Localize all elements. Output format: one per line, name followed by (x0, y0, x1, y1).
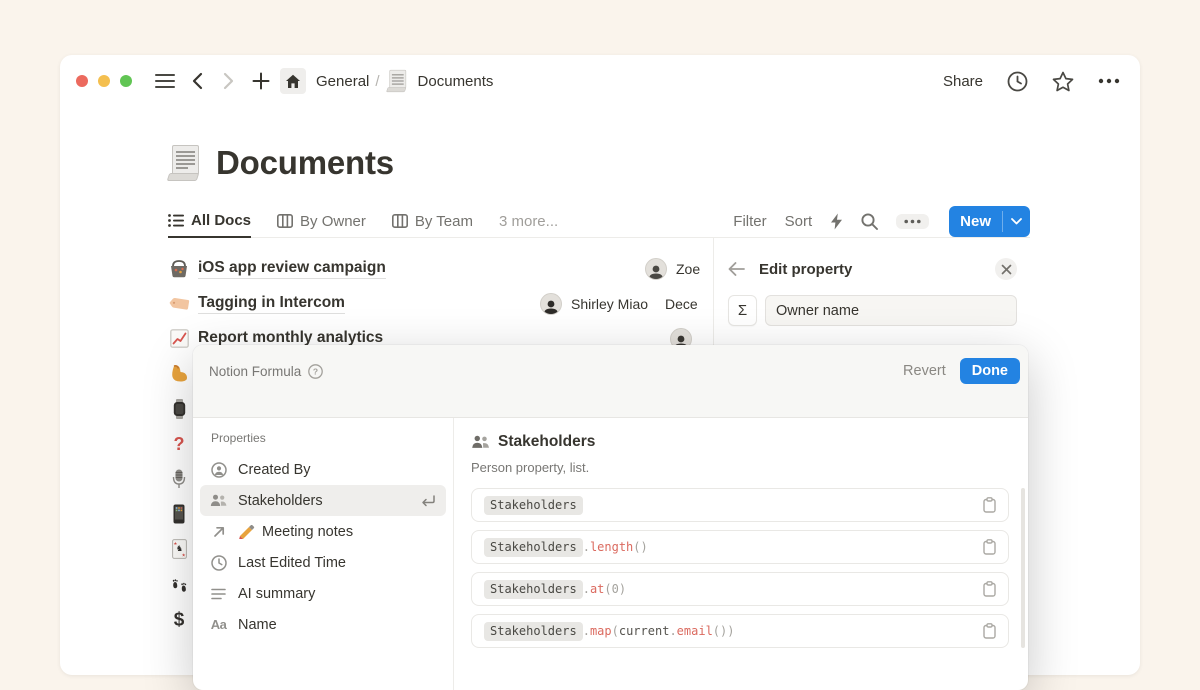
scrollbar[interactable] (1021, 488, 1025, 648)
property-item-stakeholders[interactable]: Stakeholders (200, 485, 446, 516)
table-row[interactable]: Tagging in Intercom Shirley Miao Dece (168, 286, 713, 321)
svg-text:$: $ (174, 609, 185, 629)
close-window-button[interactable] (76, 75, 88, 87)
copy-icon[interactable] (983, 581, 996, 597)
flexed-arm-icon (168, 364, 190, 383)
view-options-icon[interactable] (896, 214, 929, 229)
bolt-icon[interactable] (830, 213, 843, 230)
tag-icon (168, 296, 190, 312)
property-item-ai-summary[interactable]: AI summary (200, 578, 446, 609)
search-icon[interactable] (861, 213, 878, 230)
forward-icon[interactable] (216, 68, 242, 94)
clock-icon (210, 555, 227, 571)
property-name-input[interactable] (765, 295, 1017, 326)
assignee-name: Shirley Miao (571, 296, 648, 312)
formula-snippet[interactable]: Stakeholders .length() (471, 530, 1009, 564)
formula-type-button[interactable]: Σ (728, 295, 757, 326)
filter-button[interactable]: Filter (733, 213, 766, 230)
copy-icon[interactable] (983, 539, 996, 555)
enter-key-icon (420, 495, 436, 507)
footprints-icon (168, 574, 190, 594)
property-item-meeting-notes[interactable]: Meeting notes (200, 516, 446, 547)
formula-snippet[interactable]: Stakeholders .map(current.email()) (471, 614, 1009, 648)
new-page-icon[interactable] (248, 68, 274, 94)
doc-title[interactable]: Tagging in Intercom (198, 294, 345, 314)
formula-editor-popup: Notion Formula ? Revert Done Properties (193, 345, 1028, 690)
done-button[interactable]: Done (960, 358, 1020, 384)
home-icon[interactable] (280, 68, 306, 94)
table-row[interactable]: iOS app review campaign Zoe (168, 251, 713, 286)
property-item-name[interactable]: Aa Name (200, 609, 446, 640)
people-icon (210, 494, 227, 507)
svg-text:?: ? (174, 434, 185, 454)
assignee-name: Zoe (676, 261, 700, 277)
tab-all-docs[interactable]: All Docs (168, 205, 251, 238)
property-detail-pane: Stakeholders Person property, list. Stak… (454, 418, 1028, 690)
formula-snippet[interactable]: Stakeholders (471, 488, 1009, 522)
person-circle-icon (210, 462, 227, 478)
list-view-icon (168, 214, 184, 227)
tab-by-team[interactable]: By Team (392, 205, 473, 238)
question-mark-icon: ? (168, 434, 190, 454)
basket-icon (168, 259, 190, 278)
revert-button[interactable]: Revert (903, 363, 946, 379)
board-view-icon (277, 214, 293, 228)
copy-icon[interactable] (983, 497, 996, 513)
tab-by-owner[interactable]: By Owner (277, 205, 366, 238)
formula-snippet[interactable]: Stakeholders .at(0) (471, 572, 1009, 606)
writing-hand-icon (238, 525, 255, 539)
minimize-window-button[interactable] (98, 75, 110, 87)
mobile-phone-icon (168, 504, 190, 524)
arrow-up-right-icon (210, 526, 227, 538)
titlebar: General / Documents Share (60, 55, 1140, 107)
date-value: Dece (665, 296, 698, 312)
back-icon[interactable] (184, 68, 210, 94)
people-icon (471, 435, 490, 449)
detail-subtitle: Person property, list. (471, 460, 1009, 475)
traffic-lights (76, 75, 132, 87)
help-icon[interactable]: ? (308, 364, 323, 379)
share-button[interactable]: Share (943, 73, 983, 90)
document-icon (382, 68, 408, 94)
dollar-sign-icon: $ (168, 609, 190, 629)
tabs-more[interactable]: 3 more... (499, 205, 558, 238)
avatar (645, 258, 667, 280)
formula-editor-header[interactable]: Notion Formula ? Revert Done (193, 345, 1028, 418)
chart-increasing-icon (168, 329, 190, 348)
lines-icon (210, 588, 227, 600)
clock-icon[interactable] (1007, 71, 1028, 92)
microphone-icon (168, 469, 190, 489)
property-item-last-edited-time[interactable]: Last Edited Time (200, 547, 446, 578)
new-dropdown-icon[interactable] (1003, 206, 1030, 237)
breadcrumb-page[interactable]: Documents (418, 73, 494, 90)
watch-icon (168, 399, 190, 419)
playing-card-icon: ♞★★ (168, 539, 190, 559)
close-icon[interactable] (995, 258, 1017, 280)
zoom-window-button[interactable] (120, 75, 132, 87)
new-button[interactable]: New (949, 206, 1030, 237)
doc-title[interactable]: iOS app review campaign (198, 259, 386, 279)
properties-section-header: Properties (200, 431, 446, 445)
more-options-icon[interactable] (1098, 78, 1120, 84)
copy-icon[interactable] (983, 623, 996, 639)
star-icon[interactable] (1052, 71, 1074, 92)
formula-editor-title: Notion Formula (209, 364, 301, 379)
edit-property-title: Edit property (759, 261, 852, 278)
page-title-text: Documents (216, 144, 394, 182)
avatar (540, 293, 562, 315)
detail-title: Stakeholders (498, 433, 595, 451)
page-title: Documents (168, 141, 1030, 185)
sort-button[interactable]: Sort (785, 213, 813, 230)
board-view-icon (392, 214, 408, 228)
back-arrow-icon[interactable] (728, 262, 745, 276)
app-window: General / Documents Share Documents (60, 55, 1140, 675)
menu-icon[interactable] (152, 68, 178, 94)
breadcrumb-workspace[interactable]: General (316, 73, 369, 90)
documents-page-icon (168, 145, 202, 181)
view-tabs: All Docs By Owner By Team 3 more... Filt… (168, 205, 1030, 238)
svg-text:?: ? (313, 366, 318, 376)
formula-properties-list: Properties Created By Stakeholders (193, 418, 454, 690)
breadcrumb-separator: / (375, 73, 379, 90)
property-item-created-by[interactable]: Created By (200, 454, 446, 485)
